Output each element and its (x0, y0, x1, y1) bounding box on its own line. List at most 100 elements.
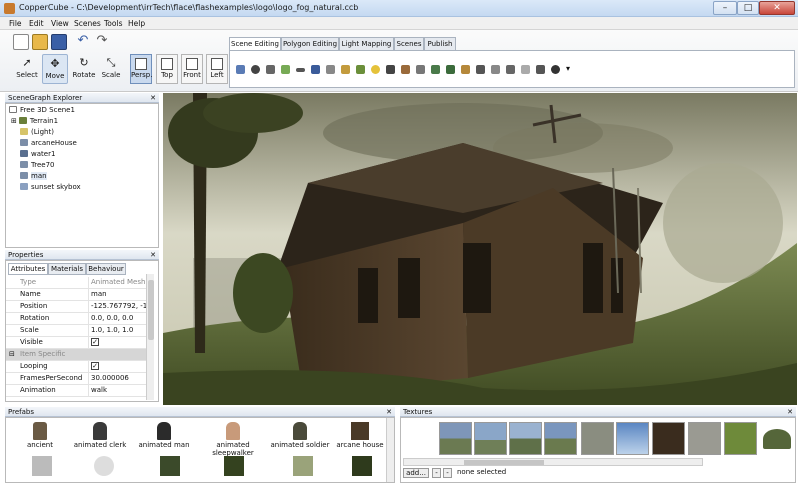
prefab-thumbnail[interactable] (160, 456, 180, 476)
joint-icon[interactable] (506, 65, 515, 74)
menu-view[interactable]: View (51, 19, 69, 28)
tree-item-skybox[interactable]: sunset skybox (20, 182, 81, 193)
texture-thumbnail[interactable] (760, 422, 793, 455)
text-icon[interactable] (461, 65, 470, 74)
texture-thumbnail[interactable] (581, 422, 614, 455)
billboard-icon[interactable] (341, 65, 350, 74)
prop-row-scale[interactable]: Scale 1.0, 1.0, 1.0 (6, 325, 150, 337)
ball-icon[interactable] (551, 65, 560, 74)
fps-field[interactable]: 30.000006 (88, 373, 150, 385)
position-field[interactable]: -125.767792, -1.660 (88, 301, 150, 313)
camera-icon[interactable] (386, 65, 395, 74)
move-tool[interactable]: ✥ Move (42, 54, 68, 84)
prop-row-name[interactable]: Name man (6, 289, 150, 301)
tree-item-tree70[interactable]: Tree70 (20, 160, 55, 171)
textures-close-button[interactable]: ✕ (787, 407, 793, 417)
maximize-button[interactable]: □ (737, 1, 759, 15)
prefab-animated-soldier[interactable]: animated soldier (270, 420, 330, 454)
scrollbar-thumb[interactable] (464, 460, 544, 465)
tab-polygon-editing[interactable]: Polygon Editing (281, 37, 339, 50)
texture-thumbnail[interactable] (688, 422, 721, 455)
prefab-animated-man[interactable]: animated man (134, 420, 194, 454)
tab-scenes[interactable]: Scenes (394, 37, 424, 50)
prefab-arcane-house[interactable]: arcane house (332, 420, 388, 454)
tab-scene-editing[interactable]: Scene Editing (229, 37, 281, 51)
texture-thumbnail[interactable] (652, 422, 685, 455)
menu-help[interactable]: Help (128, 19, 145, 28)
scenegraph-close-button[interactable]: ✕ (150, 93, 156, 103)
cylinder-icon[interactable] (266, 65, 275, 74)
texture-thumbnail[interactable] (439, 422, 472, 455)
collapse-icon[interactable]: ⊟ (9, 349, 15, 360)
tree-item-terrain[interactable]: ⊞ Terrain1 (11, 116, 58, 127)
prefab-animated-clerk[interactable]: animated clerk (70, 420, 130, 454)
tab-light-mapping[interactable]: Light Mapping (339, 37, 394, 50)
looping-checkbox[interactable]: ✓ (91, 362, 99, 370)
path-icon[interactable] (476, 65, 485, 74)
texture-minus-button[interactable]: - (443, 468, 452, 478)
cone-icon[interactable] (281, 65, 290, 74)
prefab-animated-sleepwalker[interactable]: animated sleepwalker (198, 420, 268, 457)
view-front[interactable]: Front (181, 54, 203, 84)
prefab-thumbnail[interactable] (94, 456, 114, 476)
save-icon[interactable] (51, 34, 67, 50)
texture-thumbnail[interactable] (474, 422, 507, 455)
close-window-button[interactable]: ✕ (759, 1, 795, 15)
sound-icon[interactable] (401, 65, 410, 74)
prefab-ancient[interactable]: ancient (10, 420, 70, 454)
visible-checkbox[interactable]: ✓ (91, 338, 99, 346)
scrollbar-thumb[interactable] (148, 280, 154, 340)
overlay-icon[interactable] (491, 65, 500, 74)
rotate-tool[interactable]: ↻ Rotate (71, 54, 97, 84)
animation-field[interactable]: walk (88, 385, 150, 397)
prefabs-scrollbar[interactable] (386, 418, 394, 482)
menu-edit[interactable]: Edit (29, 19, 44, 28)
3d-viewport[interactable] (163, 93, 797, 405)
tree-item-scene[interactable]: Free 3D Scene1 (9, 105, 75, 116)
tree-item-man[interactable]: man (20, 171, 47, 182)
expand-icon[interactable]: ⊞ (11, 117, 17, 125)
tab-behaviour[interactable]: Behaviour (86, 263, 126, 275)
scale-field[interactable]: 1.0, 1.0, 1.0 (88, 325, 150, 337)
plane-icon[interactable] (296, 68, 305, 72)
prop-section-item-specific[interactable]: ⊟ Item Specific (6, 349, 150, 361)
select-tool[interactable]: ➚ Select (15, 54, 39, 84)
prop-row-fps[interactable]: FramesPerSecond 30.000006 (6, 373, 150, 385)
minimize-button[interactable]: – (713, 1, 737, 15)
grid-icon[interactable] (536, 65, 545, 74)
prop-row-looping[interactable]: Looping ✓ (6, 361, 150, 373)
open-folder-icon[interactable] (32, 34, 48, 50)
scale-tool[interactable]: ⤡ Scale (99, 54, 123, 84)
redo-icon[interactable]: ↷ (94, 34, 110, 50)
prefab-thumbnail[interactable] (32, 456, 52, 476)
properties-close-button[interactable]: ✕ (150, 250, 156, 260)
tab-attributes[interactable]: Attributes (8, 263, 48, 275)
add-texture-button[interactable]: add... (403, 468, 429, 478)
new-file-icon[interactable] (13, 34, 29, 50)
prefab-thumbnail[interactable] (224, 456, 244, 476)
rotation-field[interactable]: 0.0, 0.0, 0.0 (88, 313, 150, 325)
properties-scrollbar[interactable] (146, 274, 154, 400)
tree-item-water[interactable]: water1 (20, 149, 55, 160)
tree-icon[interactable] (356, 65, 365, 74)
menu-scenes[interactable]: Scenes (74, 19, 101, 28)
water-icon[interactable] (431, 65, 440, 74)
name-field[interactable]: man (88, 289, 150, 301)
menu-tools[interactable]: Tools (104, 19, 122, 28)
prop-row-position[interactable]: Position -125.767792, -1.660 (6, 301, 150, 313)
prefabs-close-button[interactable]: ✕ (386, 407, 392, 417)
texture-thumbnail[interactable] (724, 422, 757, 455)
remove-texture-button[interactable]: - (432, 468, 441, 478)
tab-materials[interactable]: Materials (48, 263, 86, 275)
mirror-icon[interactable] (521, 65, 530, 74)
prefab-thumbnail[interactable] (293, 456, 313, 476)
view-perspective[interactable]: Persp. (130, 54, 152, 84)
grass-icon[interactable] (446, 65, 455, 74)
prop-row-visible[interactable]: Visible ✓ (6, 337, 150, 349)
texture-thumbnail[interactable] (509, 422, 542, 455)
texture-thumbnail[interactable] (544, 422, 577, 455)
tab-publish[interactable]: Publish (424, 37, 456, 50)
undo-icon[interactable]: ↶ (75, 34, 91, 50)
textures-scrollbar[interactable] (403, 458, 703, 466)
tree-item-light[interactable]: (Light) (20, 127, 54, 138)
